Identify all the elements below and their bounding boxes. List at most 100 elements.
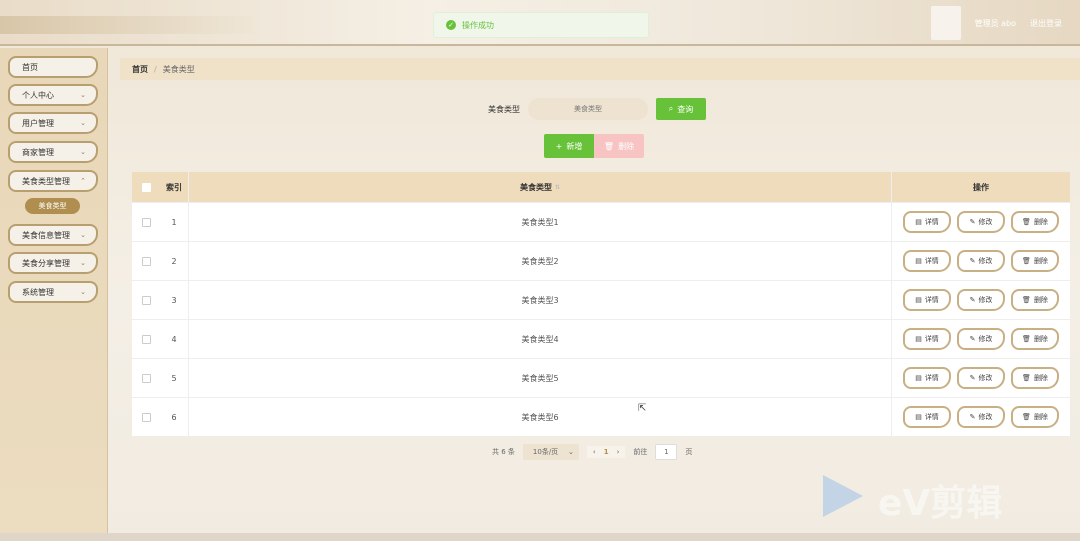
row-checkbox[interactable]: [141, 334, 151, 344]
delete-button[interactable]: 🗑 删除: [1011, 406, 1059, 428]
sidebar-item-profile[interactable]: 个人中心 ⌄: [8, 84, 98, 106]
query-button[interactable]: ⌕ 查询: [656, 98, 706, 120]
detail-button[interactable]: ▤ 详情: [903, 289, 951, 311]
logout-link[interactable]: 退出登录: [1030, 18, 1062, 29]
pencil-icon: ✎: [969, 335, 976, 343]
table-row: 3 美食类型3 ▤ 详情 ✎ 修改 🗑 删除: [132, 280, 1070, 319]
edit-button[interactable]: ✎ 修改: [957, 367, 1005, 389]
sidebar-item-users[interactable]: 用户管理 ⌄: [8, 112, 98, 134]
sidebar-item-food-share[interactable]: 美食分享管理 ⌄: [8, 252, 98, 274]
chevron-down-icon: ⌄: [80, 231, 86, 239]
detail-button-label: 详情: [924, 413, 939, 421]
edit-button[interactable]: ✎ 修改: [957, 289, 1005, 311]
top-header: ✓ 操作成功 管理员 abo 退出登录: [0, 0, 1080, 46]
detail-button-label: 详情: [924, 296, 939, 304]
table-row: 2 美食类型2 ▤ 详情 ✎ 修改 🗑 删除: [132, 241, 1070, 280]
edit-button[interactable]: ✎ 修改: [957, 406, 1005, 428]
detail-button-label: 详情: [924, 335, 939, 343]
edit-button-label: 修改: [978, 335, 993, 343]
row-name: 美食类型4: [188, 320, 892, 358]
table-row: 6 美食类型6 ▤ 详情 ✎ 修改 🗑 删除: [132, 397, 1070, 436]
row-index: 5: [171, 373, 177, 383]
search-icon: ⌕: [668, 104, 674, 113]
mouse-pointer-icon: ⇱: [638, 403, 647, 414]
header-decoration: [0, 16, 255, 34]
delete-button-label: 删除: [1033, 257, 1048, 265]
chevron-down-icon: ⌄: [568, 448, 574, 456]
pencil-icon: ✎: [969, 413, 976, 421]
edit-button[interactable]: ✎ 修改: [957, 328, 1005, 350]
delete-button[interactable]: 🗑 删除: [1011, 367, 1059, 389]
row-actions: ▤ 详情 ✎ 修改 🗑 删除: [892, 367, 1070, 389]
sidebar-item-label: 美食分享管理: [22, 258, 70, 268]
chevron-up-icon: ⌃: [80, 177, 86, 185]
row-index: 2: [171, 256, 177, 266]
prev-page-button[interactable]: ‹: [593, 448, 596, 456]
sidebar-item-label: 商家管理: [22, 147, 54, 157]
batch-delete-label: 删除: [618, 141, 635, 151]
document-icon: ▤: [915, 335, 922, 343]
play-logo-icon: [823, 475, 863, 517]
select-all-checkbox[interactable]: [141, 182, 151, 192]
delete-button[interactable]: 🗑 删除: [1011, 250, 1059, 272]
delete-button[interactable]: 🗑 删除: [1011, 328, 1059, 350]
page-size-value: 10条/页: [532, 448, 559, 456]
row-checkbox[interactable]: [141, 256, 151, 266]
detail-button[interactable]: ▤ 详情: [903, 367, 951, 389]
user-area: 管理员 abo 退出登录: [930, 6, 1062, 40]
delete-button-label: 删除: [1033, 296, 1048, 304]
sidebar-item-food-type-mgmt[interactable]: 美食类型管理 ⌃: [8, 170, 98, 192]
detail-button[interactable]: ▤ 详情: [903, 406, 951, 428]
detail-button[interactable]: ▤ 详情: [903, 211, 951, 233]
edit-button[interactable]: ✎ 修改: [957, 250, 1005, 272]
sidebar-item-label: 首页: [22, 62, 38, 72]
row-checkbox[interactable]: [141, 295, 151, 305]
delete-button[interactable]: 🗑 删除: [1011, 289, 1059, 311]
column-header-index: 索引: [166, 182, 182, 192]
sidebar-item-label: 用户管理: [22, 118, 54, 128]
breadcrumb-home[interactable]: 首页: [132, 64, 148, 75]
row-name: 美食类型6: [188, 398, 892, 436]
search-bar: 美食类型 ⌕ 查询: [488, 98, 706, 120]
breadcrumb-separator: /: [154, 64, 157, 74]
document-icon: ▤: [915, 296, 922, 304]
delete-button-label: 删除: [1033, 413, 1048, 421]
edit-button-label: 修改: [978, 374, 993, 382]
column-header-name[interactable]: 美食类型 ⇅: [188, 172, 892, 202]
page-number-current[interactable]: 1: [604, 448, 609, 456]
next-page-button[interactable]: ›: [617, 448, 620, 456]
page-nav: ‹ 1 ›: [586, 446, 626, 458]
pencil-icon: ✎: [969, 374, 976, 382]
document-icon: ▤: [915, 218, 922, 226]
pencil-icon: ✎: [969, 257, 976, 265]
sidebar-item-food-info[interactable]: 美食信息管理 ⌄: [8, 224, 98, 246]
breadcrumb: 首页 / 美食类型: [120, 58, 1080, 80]
table-row: 1 美食类型1 ▤ 详情 ✎ 修改 🗑 删除: [132, 202, 1070, 241]
detail-button[interactable]: ▤ 详情: [903, 328, 951, 350]
screen-bottom-edge: [0, 533, 1080, 541]
row-checkbox[interactable]: [141, 373, 151, 383]
goto-page-input[interactable]: 1: [655, 444, 678, 460]
delete-button[interactable]: 🗑 删除: [1011, 211, 1059, 233]
search-input[interactable]: [528, 98, 648, 120]
breadcrumb-current: 美食类型: [162, 64, 195, 74]
batch-delete-button[interactable]: 🗑 删除: [594, 134, 644, 158]
page-unit-label: 页: [685, 448, 693, 456]
add-button-label: 新增: [566, 141, 583, 151]
row-actions: ▤ 详情 ✎ 修改 🗑 删除: [892, 211, 1070, 233]
detail-button[interactable]: ▤ 详情: [903, 250, 951, 272]
success-toast: ✓ 操作成功: [433, 12, 649, 38]
row-checkbox[interactable]: [141, 217, 151, 227]
chevron-down-icon: ⌄: [80, 259, 86, 267]
edit-button[interactable]: ✎ 修改: [957, 211, 1005, 233]
sidebar-item-system[interactable]: 系统管理 ⌄: [8, 281, 98, 303]
sidebar-item-home[interactable]: 首页: [8, 56, 98, 78]
row-checkbox[interactable]: [141, 412, 151, 422]
page-size-select[interactable]: 10条/页 ⌄: [522, 444, 579, 460]
submenu-item-food-type[interactable]: 美食类型: [25, 198, 80, 214]
sort-icon[interactable]: ⇅: [555, 184, 560, 191]
trash-icon: 🗑: [1022, 257, 1031, 265]
sidebar-item-merchants[interactable]: 商家管理 ⌄: [8, 141, 98, 163]
add-button[interactable]: + 新增: [544, 134, 594, 158]
toast-message: 操作成功: [462, 20, 494, 30]
